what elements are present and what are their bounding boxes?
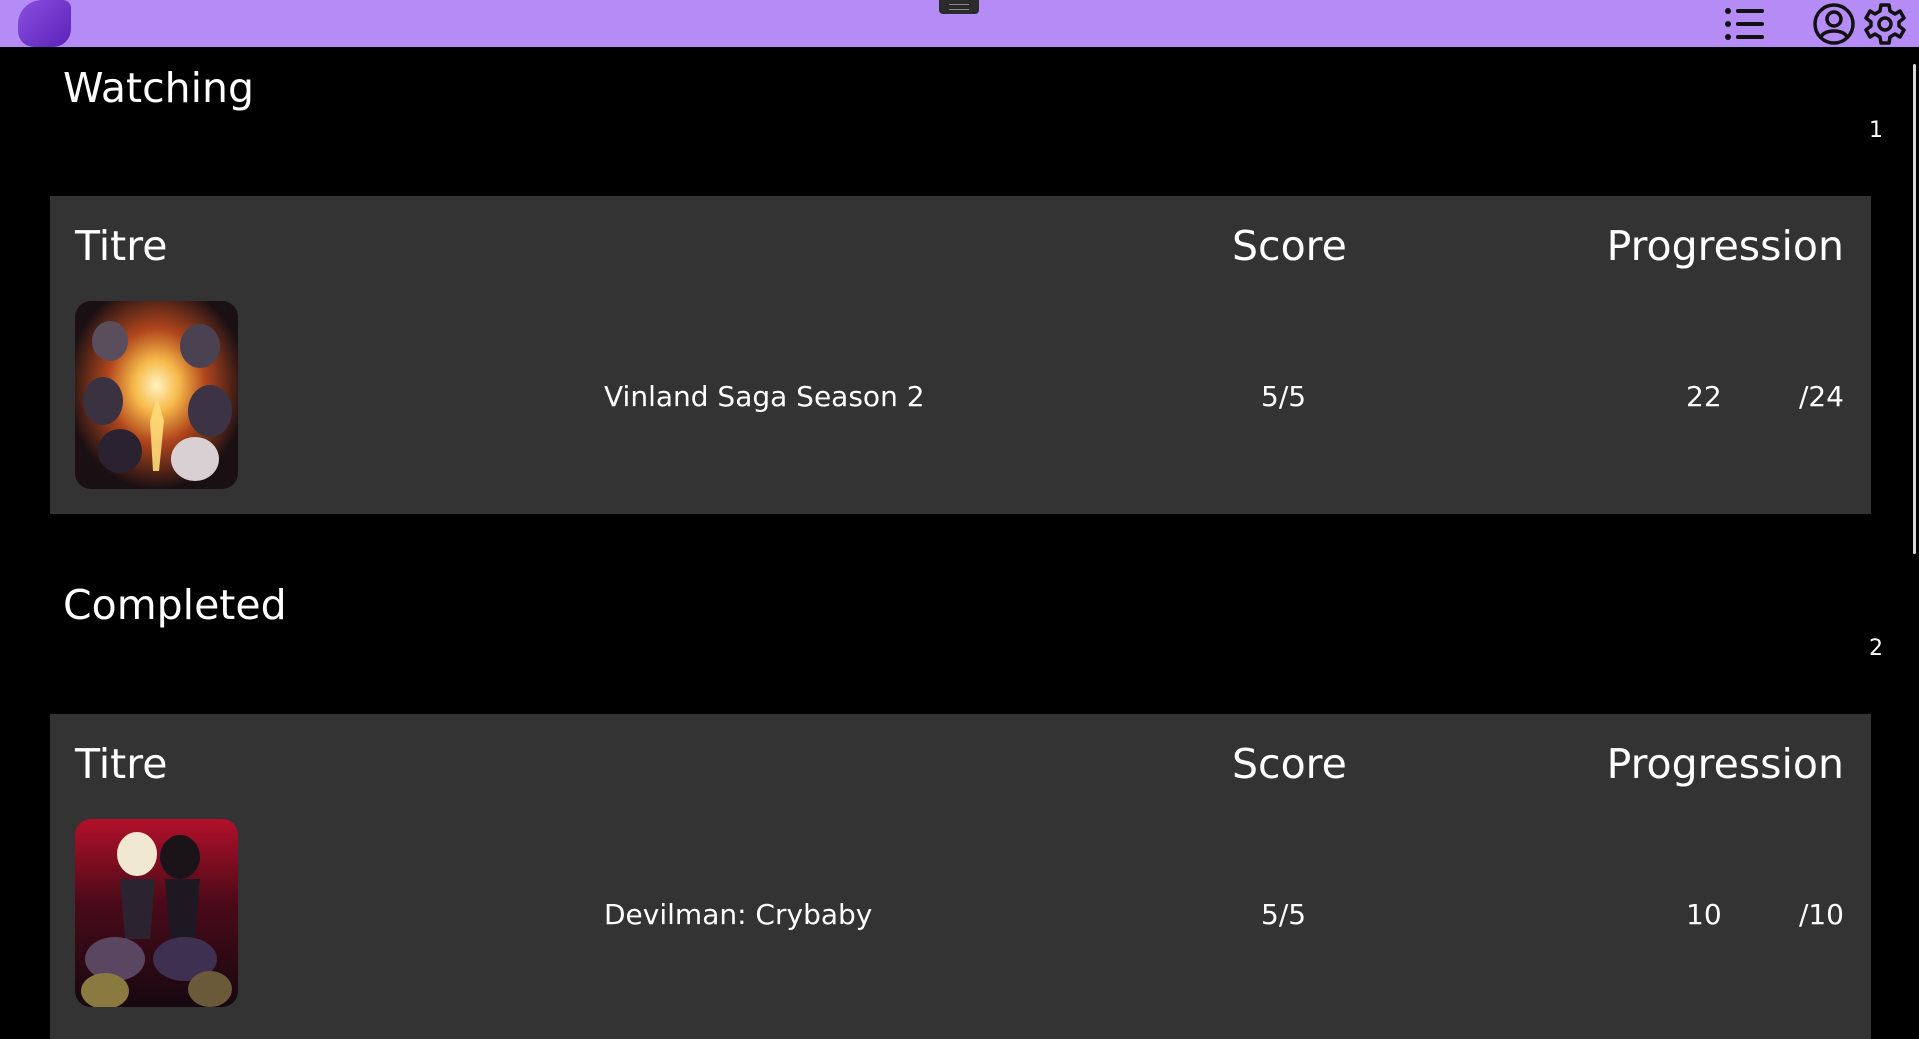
episodes-watched[interactable]: 10: [1686, 898, 1722, 931]
column-header-progression[interactable]: Progression: [1607, 740, 1844, 788]
section-title-completed: Completed: [63, 581, 287, 629]
list-icon[interactable]: [1722, 2, 1770, 46]
drag-handle[interactable]: [939, 0, 979, 14]
anime-title[interactable]: Vinland Saga Season 2: [604, 380, 925, 413]
anime-title[interactable]: Devilman: Crybaby: [604, 898, 872, 931]
user-icon[interactable]: [1810, 2, 1858, 46]
gear-icon[interactable]: [1861, 2, 1909, 46]
anime-table-watching: Titre Score Progression Vinland Saga Sea…: [50, 196, 1871, 514]
app-logo[interactable]: [18, 0, 71, 47]
anime-cover-image[interactable]: [75, 819, 238, 1007]
episodes-watched[interactable]: 22: [1686, 380, 1722, 413]
section-count-completed: 2: [1869, 636, 1883, 661]
column-header-progression[interactable]: Progression: [1607, 222, 1844, 270]
column-header-score[interactable]: Score: [1232, 222, 1347, 270]
column-header-title[interactable]: Titre: [75, 222, 167, 270]
section-count-watching: 1: [1869, 118, 1883, 143]
anime-table-completed: Titre Score Progression Devilman: Crybab…: [50, 714, 1871, 1039]
anime-score: 5/5: [1261, 380, 1307, 413]
scrollbar[interactable]: [1913, 64, 1916, 554]
anime-cover-image[interactable]: [75, 301, 238, 489]
section-title-watching: Watching: [63, 64, 255, 112]
episodes-total: /24: [1798, 380, 1844, 413]
anime-score: 5/5: [1261, 898, 1307, 931]
top-bar: [0, 0, 1919, 47]
column-header-score[interactable]: Score: [1232, 740, 1347, 788]
column-header-title[interactable]: Titre: [75, 740, 167, 788]
episodes-total: /10: [1798, 898, 1844, 931]
